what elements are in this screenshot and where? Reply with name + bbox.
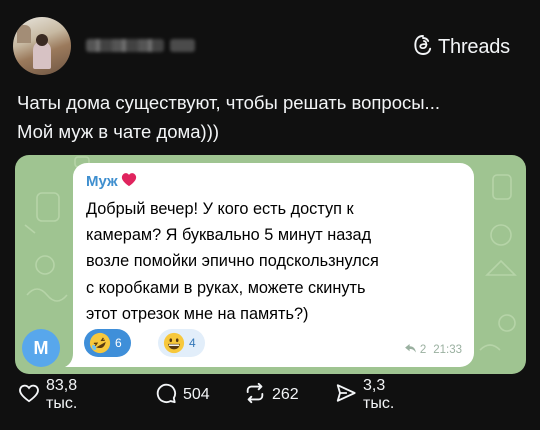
message-text: Добрый вечер! У кого есть доступ к камер… xyxy=(86,196,466,327)
message-meta: 2 21:33 xyxy=(404,344,462,356)
grinning-emoji xyxy=(163,332,185,354)
message-line: этот отрезок мне на память?) xyxy=(86,304,309,323)
threads-branding[interactable]: Threads xyxy=(413,34,510,61)
comment-count: 504 xyxy=(183,386,210,403)
send-icon xyxy=(335,382,357,409)
repost-count: 262 xyxy=(272,386,299,403)
threads-label: Threads xyxy=(438,36,510,58)
reaction-count: 4 xyxy=(189,336,196,350)
sender-avatar-letter: M xyxy=(33,337,49,358)
blurred-username-suffix xyxy=(170,39,195,52)
message-sender[interactable]: Муж xyxy=(86,172,137,191)
sender-name: Муж xyxy=(86,173,118,190)
sender-avatar[interactable]: M xyxy=(22,329,60,367)
post-caption-line: Чаты дома существуют, чтобы решать вопро… xyxy=(17,92,440,113)
reaction-grinning[interactable]: 4 xyxy=(158,329,205,357)
chat-screenshot[interactable]: M Муж Добрый вечер! У кого есть доступ к… xyxy=(15,155,526,374)
avatar-building xyxy=(17,25,31,43)
post-caption: Чаты дома существуют, чтобы решать вопро… xyxy=(17,88,517,146)
message-line: камерам? Я буквально 5 минут назад xyxy=(86,226,372,245)
message-bubble[interactable]: Муж Добрый вечер! У кого есть доступ к к… xyxy=(73,163,474,367)
like-count: 83,8 тыс. xyxy=(46,377,78,412)
reply-arrow-icon xyxy=(404,344,416,356)
comment-button[interactable]: 504 xyxy=(155,382,210,409)
profile-avatar[interactable] xyxy=(13,17,71,75)
post-caption-line: Мой муж в чате дома))) xyxy=(17,121,220,142)
rolling-on-floor-laughing-emoji xyxy=(89,332,111,354)
repost-icon xyxy=(244,382,266,409)
heart-icon xyxy=(18,383,40,408)
message-time: 21:33 xyxy=(433,344,462,356)
like-button[interactable]: 83,8 тыс. xyxy=(18,377,77,413)
reaction-count: 6 xyxy=(115,336,122,350)
message-line: с коробками в руках, можете скинуть xyxy=(86,278,366,297)
share-button[interactable]: 3,3 тыс. xyxy=(335,377,394,413)
reaction-laughing[interactable]: 6 xyxy=(84,329,131,357)
red-heart-icon xyxy=(121,172,137,191)
threads-logo-icon xyxy=(413,34,433,61)
reply-count: 2 xyxy=(419,344,427,356)
blurred-username[interactable] xyxy=(86,39,164,52)
repost-button[interactable]: 262 xyxy=(244,382,299,409)
avatar-figure-head xyxy=(36,34,48,46)
message-line: возле помойки эпично подскользнулся xyxy=(86,252,379,271)
share-count: 3,3 тыс. xyxy=(363,377,395,412)
message-line: Добрый вечер! У кого есть доступ к xyxy=(86,200,354,218)
comment-icon xyxy=(155,382,177,409)
